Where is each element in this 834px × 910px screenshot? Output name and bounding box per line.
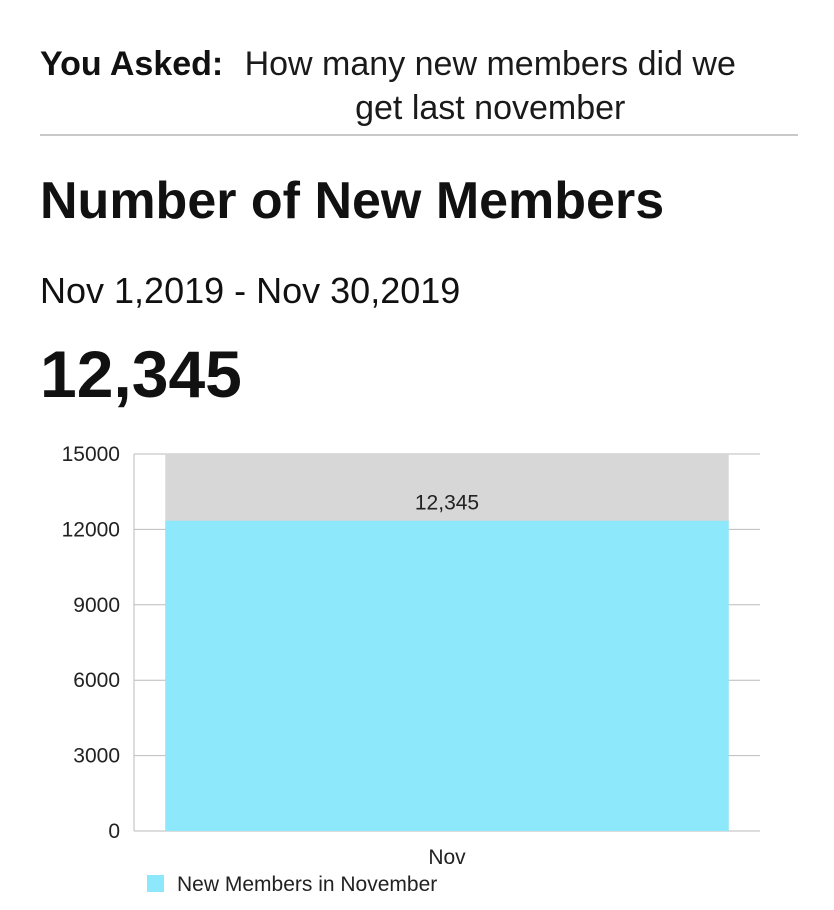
data-label: 12,345 [415,492,479,515]
divider [40,134,798,136]
question-text: How many new members did we get last nov… [244,45,736,127]
y-tick-label: 6000 [73,669,120,692]
question-label: You Asked: [40,45,224,83]
x-tick-label: Nov [428,846,466,869]
legend-swatch [147,875,164,892]
total-value: 12,345 [40,337,242,411]
question-header: You Asked: How many new members did we g… [40,42,800,130]
y-tick-label: 0 [108,820,120,843]
bar-chart: 0 3000 6000 9000 12000 15000 12,345 Nov New Memb… [62,443,760,896]
card-title: Number of New Members [40,172,665,230]
y-tick-label: 9000 [73,594,120,617]
bar [165,520,729,831]
y-tick-label: 15000 [62,443,120,466]
legend-label: New Members in November [177,873,437,896]
y-tick-label: 12000 [62,518,120,541]
y-tick-label: 3000 [73,745,120,768]
date-range: Nov 1,2019 - Nov 30,2019 [40,270,461,311]
